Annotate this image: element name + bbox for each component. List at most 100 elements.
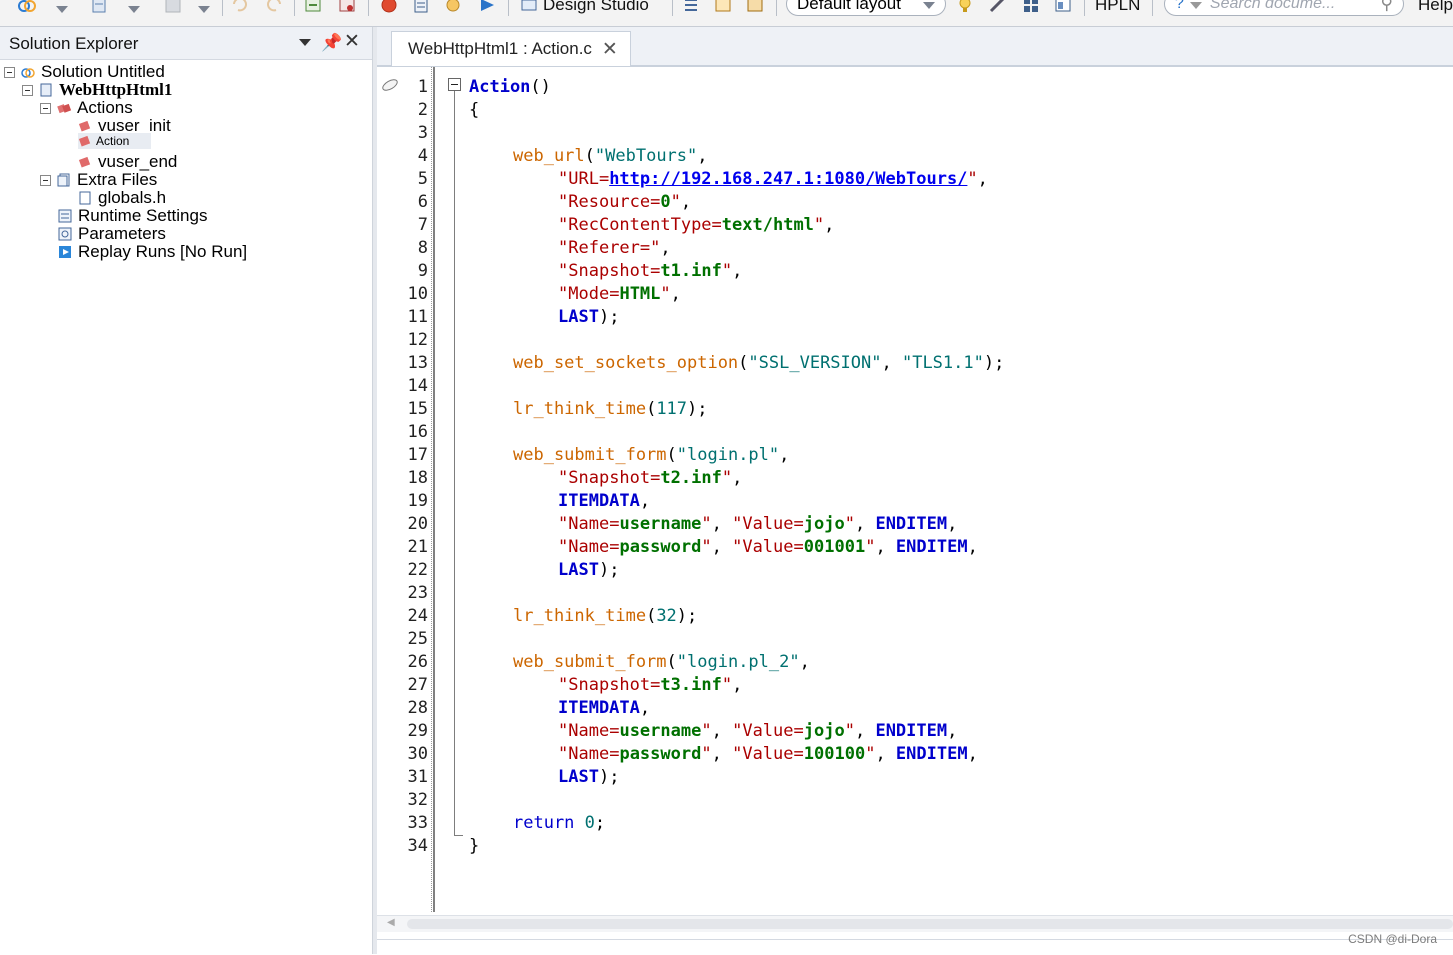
code-token: jojo — [803, 721, 845, 741]
code-line: web_submit_form("login.pl_2", — [513, 652, 810, 672]
tree-item-globals[interactable]: globals.h — [78, 189, 166, 207]
script-view-icon[interactable] — [412, 0, 430, 16]
code-token: Value — [742, 514, 794, 534]
record-settings-icon[interactable] — [338, 0, 356, 16]
close-icon[interactable]: ✕ — [344, 30, 360, 53]
chevron-down-icon[interactable] — [198, 0, 210, 20]
main-toolbar: Design Studio Default layout HPLN ? Sear… — [0, 0, 1453, 27]
compile-icon[interactable] — [304, 0, 322, 16]
code-area[interactable]: 1 2 3 4 5 6 7 8 9 10 11 12 13 14 15 16 17 18 19 20 21 22 23 24 2… — [377, 67, 1453, 937]
help-menu[interactable]: Help — [1418, 0, 1453, 16]
chevron-down-icon[interactable] — [56, 0, 68, 20]
tree-item-replay-runs[interactable]: Replay Runs [No Run] — [58, 243, 247, 261]
line-number: 9 — [417, 261, 428, 281]
undo-icon[interactable] — [230, 0, 248, 16]
code-token: Name — [568, 514, 610, 534]
design-studio-icon — [521, 0, 537, 11]
redo-icon[interactable] — [266, 0, 284, 16]
tree-item-actions[interactable]: Actions — [40, 99, 133, 117]
code-token: LAST — [558, 767, 599, 787]
code-token: 0 — [660, 192, 671, 212]
code-token: Value — [742, 721, 794, 741]
search-box[interactable]: ? Search docume... ⚲ — [1164, 0, 1404, 16]
horizontal-scrollbar[interactable]: ◀ — [377, 915, 1453, 932]
new-script-icon[interactable] — [90, 0, 108, 16]
line-number: 23 — [407, 583, 428, 603]
tree-item-vuser-end[interactable]: vuser_end — [78, 153, 177, 171]
line-number: 6 — [417, 192, 428, 212]
tree-item-extra-files[interactable]: Extra Files — [40, 171, 157, 189]
save-icon[interactable] — [164, 0, 182, 16]
tree-item-action[interactable]: Action — [78, 133, 152, 149]
collapse-icon[interactable] — [40, 102, 51, 114]
tab-action-c[interactable]: WebHttpHtml1 : Action.c ✕ — [391, 31, 631, 66]
collapse-icon[interactable] — [22, 84, 33, 96]
fold-guide — [454, 91, 455, 836]
line-number: 1 — [417, 77, 428, 97]
list-icon[interactable] — [682, 0, 700, 16]
tree-item-label: globals.h — [98, 188, 167, 207]
scrollbar-thumb[interactable] — [407, 919, 1453, 929]
tab-title: WebHttpHtml1 : Action.c — [408, 39, 592, 58]
grid-icon[interactable] — [1022, 0, 1040, 16]
line-number: 33 — [407, 813, 428, 833]
line-number: 28 — [407, 698, 428, 718]
solution-explorer-title: Solution Explorer — [9, 34, 139, 53]
tree-item-parameters[interactable]: Parameters — [58, 225, 166, 243]
code-line: "Name=username", "Value=jojo", ENDITEM, — [558, 721, 958, 741]
bookmark-gutter[interactable] — [377, 67, 404, 937]
code-token: password — [619, 744, 702, 764]
hpln-button[interactable]: HPLN — [1095, 0, 1140, 16]
pin-icon[interactable]: 📌 — [321, 33, 342, 53]
correlate-icon[interactable] — [746, 0, 764, 16]
search-input[interactable]: Search docume... — [1210, 0, 1335, 13]
parameters-icon — [58, 227, 72, 241]
chevron-down-icon — [1189, 0, 1202, 14]
tree-item-solution[interactable]: Solution Untitled — [4, 63, 165, 81]
scroll-left-icon[interactable]: ◀ — [387, 917, 395, 928]
tree-item-label: Replay Runs [No Run] — [78, 242, 248, 261]
tree-item-label: Actions — [77, 98, 133, 117]
lightbulb-icon[interactable] — [956, 0, 974, 16]
code-line: LAST); — [558, 767, 620, 787]
code-token: Snapshot — [568, 261, 651, 281]
eraser-icon[interactable] — [380, 76, 400, 94]
collapse-icon[interactable] — [40, 174, 51, 186]
code-line: "Snapshot=t1.inf", — [558, 261, 743, 281]
line-number: 30 — [407, 744, 428, 764]
code-token: Snapshot — [568, 675, 651, 695]
code-editor: WebHttpHtml1 : Action.c ✕ 1 2 3 4 5 6 7 8 9 10 11 1… — [377, 27, 1453, 955]
code-line: ITEMDATA, — [558, 491, 651, 511]
tree-item-runtime-settings[interactable]: Runtime Settings — [58, 207, 207, 225]
code-token: ITEMDATA — [558, 491, 640, 511]
design-studio-button[interactable]: Design Studio — [520, 0, 649, 16]
search-icon[interactable]: ⚲ — [1381, 0, 1393, 14]
collapse-icon[interactable] — [448, 78, 461, 91]
code-line: "Snapshot=t3.inf", — [558, 675, 743, 695]
chevron-down-icon[interactable] — [299, 31, 311, 51]
url-link[interactable]: http://192.168.247.1:1080/WebTours/ — [609, 169, 967, 189]
window-icon[interactable] — [1054, 0, 1072, 16]
line-number: 13 — [407, 353, 428, 373]
code-token: t1.inf — [660, 261, 722, 281]
code-line: LAST); — [558, 307, 620, 327]
run-icon[interactable] — [478, 0, 496, 16]
hpln-label: HPLN — [1095, 0, 1141, 14]
close-icon[interactable]: ✕ — [602, 38, 618, 61]
pencil-icon[interactable] — [988, 0, 1006, 16]
snapshot-icon[interactable] — [714, 0, 732, 16]
actions-folder-icon — [57, 103, 71, 114]
replay-settings-icon[interactable] — [444, 0, 462, 16]
tree-item-label: Parameters — [78, 224, 166, 243]
layout-combo[interactable]: Default layout — [786, 0, 946, 16]
code-token: { — [469, 100, 480, 120]
chevron-down-icon[interactable] — [128, 0, 140, 20]
code-token: lr_think_time — [513, 399, 647, 419]
function-name: Action — [469, 77, 531, 97]
fold-guide-end — [454, 835, 463, 836]
code-line: "URL=http://192.168.247.1:1080/WebTours/… — [558, 169, 988, 189]
record-icon[interactable] — [380, 0, 398, 16]
tree-item-script[interactable]: WebHttpHtml1 — [22, 81, 172, 99]
solution-icon[interactable] — [18, 0, 36, 16]
collapse-icon[interactable] — [4, 66, 15, 78]
